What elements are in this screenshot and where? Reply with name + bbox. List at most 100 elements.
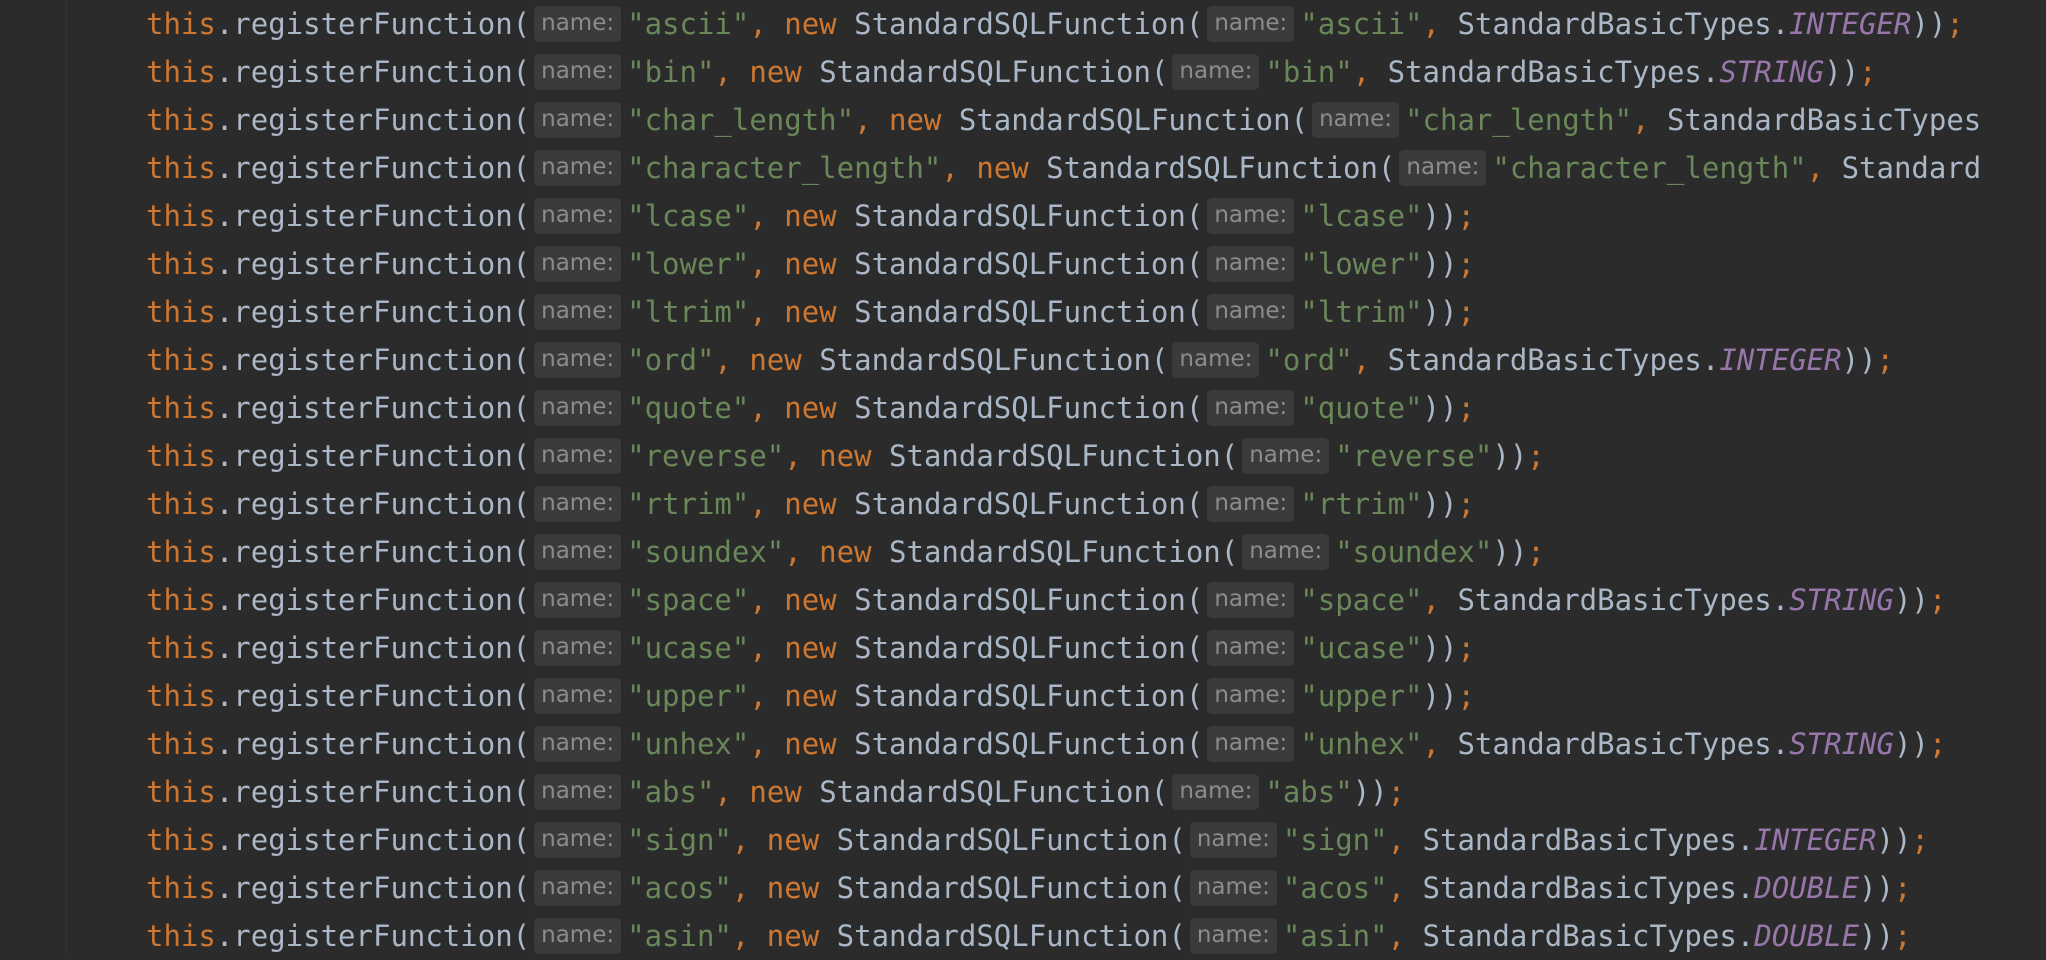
keyword-this: this <box>146 631 216 665</box>
code-line[interactable]: this .registerFunction(name: "abs", new St… <box>146 768 2046 816</box>
string-literal: "rtrim" <box>1300 487 1423 521</box>
type-class: StandardBasicTypes. <box>1457 583 1790 617</box>
parameter-hint: name: <box>534 390 622 426</box>
keyword-this: this <box>146 679 216 713</box>
code-line[interactable]: this .registerFunction(name: "char_length"… <box>146 96 2046 144</box>
closing-parens: )) <box>1422 391 1458 425</box>
code-line[interactable]: this .registerFunction(name: "asin", new S… <box>146 912 2046 960</box>
code-line[interactable]: this .registerFunction(name: "sign", new S… <box>146 816 2046 864</box>
keyword-new: new <box>784 583 837 617</box>
closing-parens: )) <box>1876 823 1912 857</box>
comma: , <box>1387 871 1423 905</box>
type-class: Standard <box>1841 151 1982 185</box>
parameter-hint: name: <box>534 198 622 234</box>
parameter-hint: name: <box>534 774 622 810</box>
keyword-this: this <box>146 583 216 617</box>
keyword-new: new <box>784 631 837 665</box>
parameter-hint: name: <box>534 150 622 186</box>
parameter-hint: name: <box>1242 534 1330 570</box>
semicolon: ; <box>1911 823 1929 857</box>
code-line[interactable]: this .registerFunction(name: "lower", new … <box>146 240 2046 288</box>
closing-parens: )) <box>1893 727 1929 761</box>
semicolon: ; <box>1457 247 1475 281</box>
keyword-this: this <box>146 151 216 185</box>
string-literal: "upper" <box>627 679 750 713</box>
comma: , <box>1806 151 1842 185</box>
code-line[interactable]: this .registerFunction(name: "ltrim", new … <box>146 288 2046 336</box>
string-literal: "unhex" <box>1300 727 1423 761</box>
code-editor[interactable]: this .registerFunction(name: "ascii", new … <box>146 0 2046 960</box>
code-line[interactable]: this .registerFunction(name: "quote", new … <box>146 384 2046 432</box>
code-line[interactable]: this .registerFunction(name: "lcase", new … <box>146 192 2046 240</box>
comma: , <box>1422 7 1458 41</box>
keyword-this: this <box>146 295 216 329</box>
method-call: .registerFunction( <box>215 151 531 185</box>
comma: , <box>749 679 785 713</box>
constructor-call: StandardSQLFunction( <box>889 535 1239 569</box>
method-call: .registerFunction( <box>215 199 531 233</box>
type-class: StandardBasicTypes. <box>1387 343 1720 377</box>
semicolon: ; <box>1527 535 1545 569</box>
type-class: StandardBasicTypes. <box>1457 727 1790 761</box>
comma: , <box>749 487 785 521</box>
code-line[interactable]: this .registerFunction(name: "upper", new … <box>146 672 2046 720</box>
code-line[interactable]: this .registerFunction(name: "space", new … <box>146 576 2046 624</box>
code-line[interactable]: this .registerFunction(name: "bin", new St… <box>146 48 2046 96</box>
type-class: StandardBasicTypes. <box>1422 871 1755 905</box>
method-call: .registerFunction( <box>215 295 531 329</box>
string-literal: "ord" <box>1265 343 1353 377</box>
method-call: .registerFunction( <box>215 343 531 377</box>
closing-parens: )) <box>1422 295 1458 329</box>
constructor-call: StandardSQLFunction( <box>958 103 1309 137</box>
code-line[interactable]: this .registerFunction(name: "ucase", new … <box>146 624 2046 672</box>
closing-parens: )) <box>1422 631 1458 665</box>
editor-gutter <box>0 0 67 956</box>
closing-parens: )) <box>1859 871 1894 905</box>
type-class: StandardBasicTypes. <box>1457 7 1790 41</box>
semicolon: ; <box>1457 295 1475 329</box>
type-constant: DOUBLE <box>1754 919 1860 953</box>
method-call: .registerFunction( <box>215 823 531 857</box>
comma: , <box>854 103 890 137</box>
string-literal: "character_length" <box>1492 151 1807 185</box>
string-literal: "bin" <box>627 55 715 89</box>
string-literal: "space" <box>627 583 750 617</box>
comma: , <box>784 439 820 473</box>
parameter-hint: name: <box>534 582 622 618</box>
code-line[interactable]: this .registerFunction(name: "unhex", new … <box>146 720 2046 768</box>
code-line[interactable]: this .registerFunction(name: "character_le… <box>146 144 2046 192</box>
comma: , <box>731 919 767 953</box>
string-literal: "soundex" <box>627 535 785 569</box>
code-line[interactable]: this .registerFunction(name: "soundex", ne… <box>146 528 2046 576</box>
keyword-new: new <box>784 679 837 713</box>
comma: , <box>941 151 977 185</box>
comma: , <box>714 775 750 809</box>
semicolon: ; <box>1527 439 1545 473</box>
parameter-hint: name: <box>534 342 622 378</box>
string-literal: "ord" <box>627 343 715 377</box>
code-line[interactable]: this .registerFunction(name: "acos", new S… <box>146 864 2046 912</box>
string-literal: "bin" <box>1265 55 1353 89</box>
closing-parens: )) <box>1841 343 1877 377</box>
code-line[interactable]: this .registerFunction(name: "ascii", new … <box>146 0 2046 48</box>
string-literal: "space" <box>1300 583 1423 617</box>
parameter-hint: name: <box>1312 102 1400 138</box>
type-constant: STRING <box>1789 727 1894 761</box>
closing-parens: )) <box>1352 775 1388 809</box>
method-call: .registerFunction( <box>215 535 531 569</box>
string-literal: "soundex" <box>1335 535 1493 569</box>
code-line[interactable]: this .registerFunction(name: "reverse", ne… <box>146 432 2046 480</box>
string-literal: "abs" <box>1265 775 1353 809</box>
parameter-hint: name: <box>1189 870 1277 906</box>
code-line[interactable]: this .registerFunction(name: "ord", new St… <box>146 336 2046 384</box>
code-line[interactable]: this .registerFunction(name: "rtrim", new … <box>146 480 2046 528</box>
string-literal: "ascii" <box>627 7 750 41</box>
